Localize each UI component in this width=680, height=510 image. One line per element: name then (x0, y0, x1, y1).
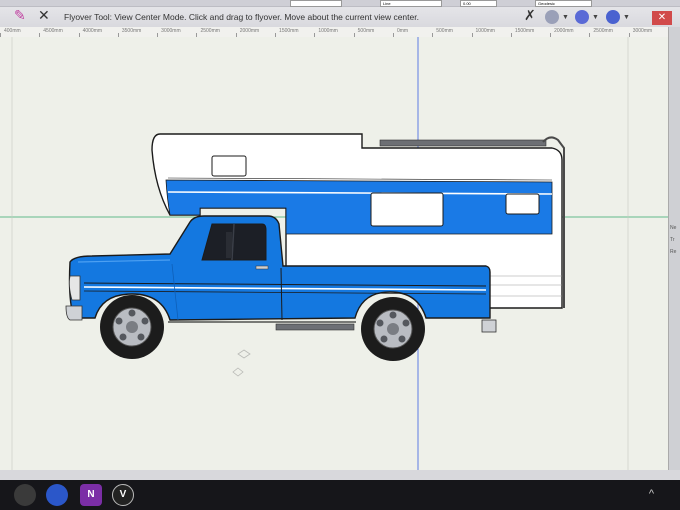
tool-hint: Flyover Tool: View Center Mode. Click an… (64, 12, 419, 22)
ruler-tick-label: 500mm (436, 28, 453, 34)
ruler-tick-label: 400mm (4, 28, 21, 34)
ruler-tick-label: 4500mm (43, 28, 63, 34)
chevron-down-icon[interactable]: ▼ (562, 14, 569, 21)
vectorworks-icon[interactable]: V (112, 484, 134, 506)
ruler-tick-label: 2000mm (554, 28, 574, 34)
toolbar-field-a[interactable] (290, 0, 342, 7)
ruler-tick-label: 4000mm (82, 28, 103, 34)
ruler-tick-label: 1000mm (475, 28, 495, 34)
toolbar-field-mode[interactable]: Geodesic (535, 0, 592, 7)
zoom-icon[interactable] (545, 10, 559, 24)
ruler-tick-label: 500mm (357, 28, 375, 34)
ruler-tick-label: 0mm (396, 28, 409, 34)
ruler-tick-label: 3500mm (121, 28, 142, 34)
right-panel-label: Re (670, 249, 677, 255)
right-panel-label: Ne (670, 225, 677, 231)
truck-camper-drawing (0, 37, 668, 470)
ruler-tick-label: 1000mm (318, 28, 338, 34)
app-icon[interactable] (46, 484, 68, 506)
ruler-tick-label: 1500mm (514, 28, 535, 34)
toolbar-field-value[interactable]: 0.00 (460, 0, 497, 7)
rear-wheel (361, 297, 425, 361)
right-panel-label: Tr (670, 237, 675, 243)
right-panel[interactable]: Ne Tr Re (668, 27, 680, 470)
close-icon[interactable]: ✕ (652, 11, 672, 25)
flyover-icon[interactable]: ✕ (38, 8, 50, 22)
toolbar-field-line[interactable]: Line (380, 0, 442, 7)
ruler-tick-label: 1500mm (279, 28, 299, 34)
ruler-tick-label: 3000mm (632, 28, 653, 34)
status-bar (0, 470, 680, 480)
cursor-marker (232, 349, 251, 377)
pan-icon[interactable] (575, 10, 589, 24)
onenote-icon[interactable]: N (80, 484, 102, 506)
ruler-tick-label: 2000mm (239, 28, 260, 34)
front-wheel (100, 295, 164, 359)
chevron-down-icon[interactable]: ▼ (592, 14, 599, 21)
rotate-icon[interactable]: ✗ (524, 8, 536, 22)
toolbar: Line 0.00 Geodesic ✎ ✕ Flyover Tool: Vie… (0, 0, 680, 28)
ruler-tick-label: 3000mm (161, 28, 181, 34)
firefox-icon[interactable] (14, 484, 36, 506)
walk-icon[interactable]: ✎ (14, 8, 26, 22)
chevron-down-icon[interactable]: ▼ (623, 14, 630, 21)
ruler-tick-label: 2500mm (593, 28, 613, 34)
taskbar: N V ^ (0, 480, 680, 510)
ruler-tick-label: 2500mm (200, 28, 220, 34)
tray-chevron-icon[interactable]: ^ (649, 488, 654, 500)
view-icon[interactable] (606, 10, 620, 24)
drawing-canvas[interactable] (0, 37, 668, 470)
